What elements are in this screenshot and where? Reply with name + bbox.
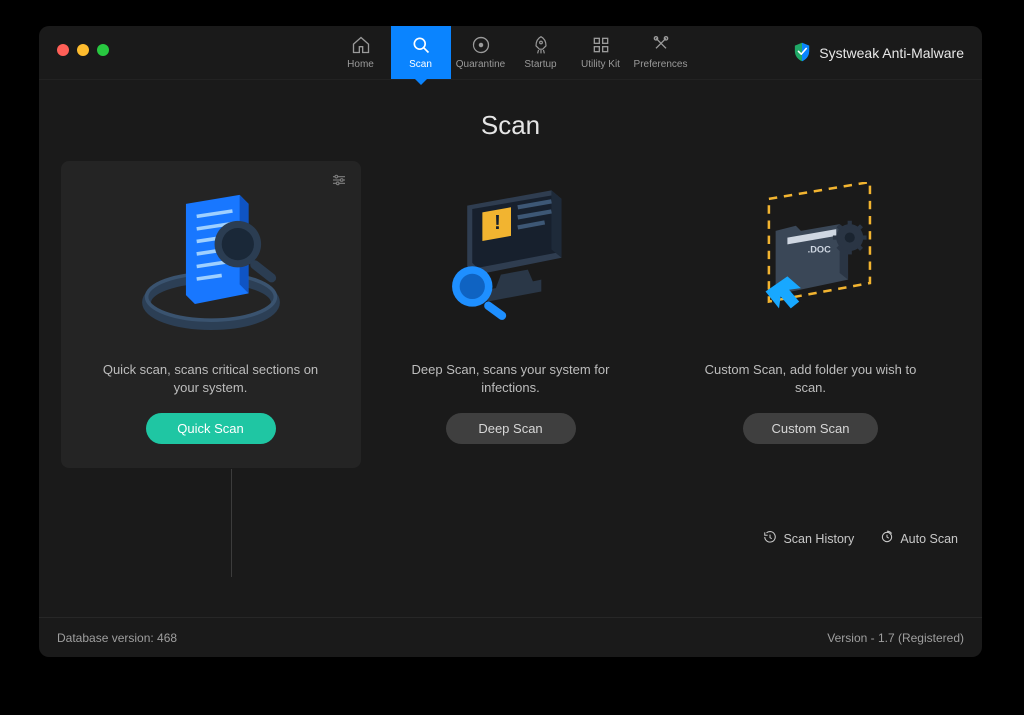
svg-text:!: ! xyxy=(494,212,501,234)
lower-links: Scan History Auto Scan xyxy=(763,530,958,547)
minimize-window-button[interactable] xyxy=(77,44,89,56)
nav-utility-label: Utility Kit xyxy=(581,59,620,70)
custom-scan-illustration: .DOC xyxy=(721,177,901,347)
page-title: Scan xyxy=(39,110,982,141)
nav-startup-label: Startup xyxy=(524,59,556,70)
deep-scan-illustration: ! xyxy=(421,177,601,347)
quick-scan-button[interactable]: Quick Scan xyxy=(146,413,276,444)
nav-quarantine[interactable]: Quarantine xyxy=(451,26,511,79)
grid-icon xyxy=(591,35,611,55)
vertical-divider xyxy=(231,469,232,577)
deep-scan-card[interactable]: ! xyxy=(361,161,661,468)
footer: Database version: 468 Version - 1.7 (Reg… xyxy=(39,617,982,657)
auto-scan-link[interactable]: Auto Scan xyxy=(880,530,958,547)
deep-scan-button[interactable]: Deep Scan xyxy=(446,413,576,444)
quick-scan-desc: Quick scan, scans critical sections on y… xyxy=(91,361,331,397)
nav-utility[interactable]: Utility Kit xyxy=(571,26,631,79)
nav-preferences[interactable]: Preferences xyxy=(631,26,691,79)
rocket-icon xyxy=(531,35,551,55)
brand-name: Systweak Anti-Malware xyxy=(819,45,964,61)
app-version: Version - 1.7 (Registered) xyxy=(827,631,964,645)
brand: Systweak Anti-Malware xyxy=(793,26,964,80)
scan-history-link[interactable]: Scan History xyxy=(763,530,854,547)
nav-scan-label: Scan xyxy=(409,59,432,70)
nav-home[interactable]: Home xyxy=(331,26,391,79)
close-window-button[interactable] xyxy=(57,44,69,56)
nav-preferences-label: Preferences xyxy=(634,59,688,70)
database-version: Database version: 468 xyxy=(57,631,177,645)
nav-startup[interactable]: Startup xyxy=(511,26,571,79)
home-icon xyxy=(351,35,371,55)
quick-scan-settings-icon[interactable] xyxy=(331,173,347,192)
custom-scan-desc: Custom Scan, add folder you wish to scan… xyxy=(691,361,931,397)
deep-scan-desc: Deep Scan, scans your system for infecti… xyxy=(391,361,631,397)
biohazard-icon xyxy=(471,35,491,55)
tools-icon xyxy=(651,35,671,55)
scan-cards: Quick scan, scans critical sections on y… xyxy=(39,161,982,468)
nav-scan[interactable]: Scan xyxy=(391,26,451,79)
custom-scan-button[interactable]: Custom Scan xyxy=(743,413,877,444)
scan-history-label: Scan History xyxy=(783,532,854,546)
window-controls xyxy=(57,44,109,56)
top-nav: Home Scan Quarantine Startup xyxy=(39,26,982,80)
quick-scan-card[interactable]: Quick scan, scans critical sections on y… xyxy=(61,161,361,468)
nav-quarantine-label: Quarantine xyxy=(456,59,505,70)
auto-scan-label: Auto Scan xyxy=(900,532,958,546)
quick-scan-illustration xyxy=(121,177,301,347)
maximize-window-button[interactable] xyxy=(97,44,109,56)
custom-scan-card[interactable]: .DOC xyxy=(661,161,961,468)
app-window: Home Scan Quarantine Startup xyxy=(39,26,982,657)
history-icon xyxy=(763,530,777,547)
nav-items: Home Scan Quarantine Startup xyxy=(331,26,691,79)
shield-icon xyxy=(793,42,811,65)
nav-home-label: Home xyxy=(347,59,374,70)
svg-text:.DOC: .DOC xyxy=(807,245,830,255)
main-area: Scan xyxy=(39,80,982,617)
search-icon xyxy=(411,35,431,55)
auto-scan-icon xyxy=(880,530,894,547)
